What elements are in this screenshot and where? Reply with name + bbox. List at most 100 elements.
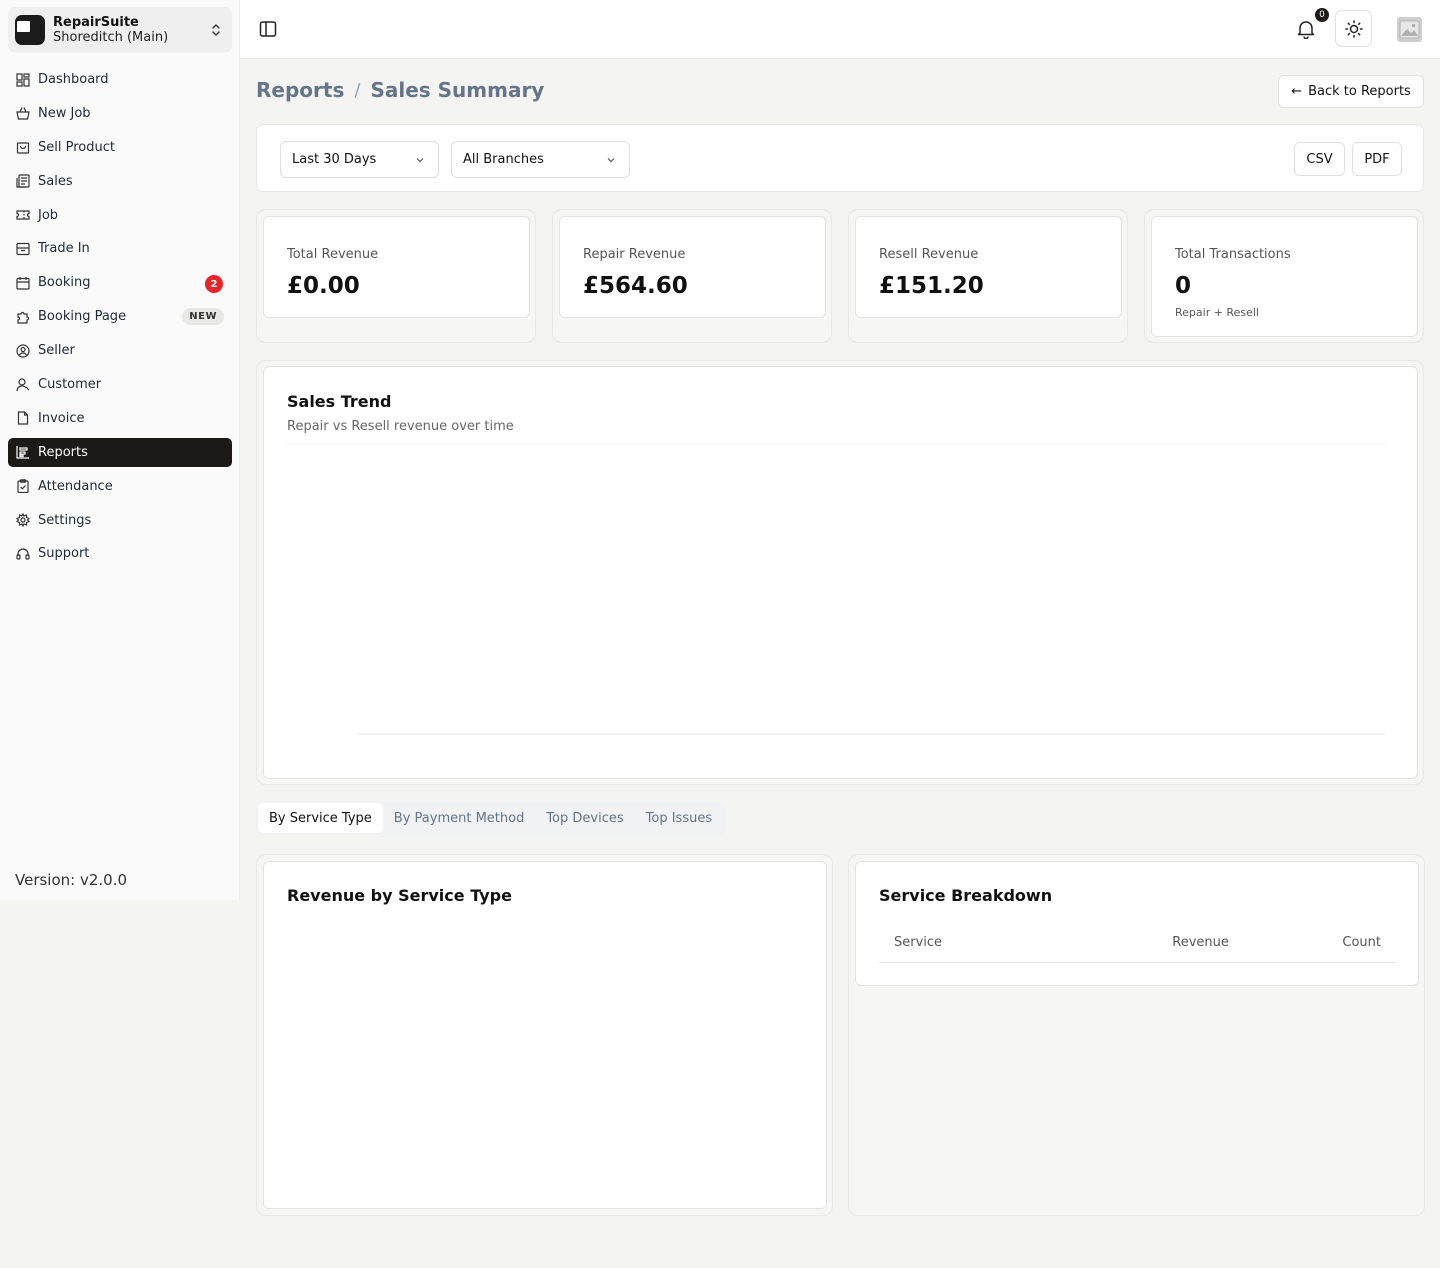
kpi-label: Repair Revenue (583, 247, 686, 262)
sidebar-item-attendance[interactable]: Attendance (8, 472, 232, 501)
sidebar-item-settings[interactable]: Settings (8, 506, 232, 535)
sidebar-nav: Dashboard New Job Sell Product Sales Job… (8, 65, 232, 573)
brand-logo (15, 15, 45, 45)
export-pdf-button[interactable]: PDF (1352, 142, 1402, 176)
kpi-label: Resell Revenue (879, 247, 979, 262)
export-csv-button[interactable]: CSV (1294, 142, 1345, 176)
chevrons-up-down-icon (212, 24, 220, 36)
sales-trend-chart (287, 443, 1385, 735)
dashboard-icon (16, 72, 30, 87)
sidebar: RepairSuite Shoreditch (Main) Dashboard … (0, 0, 240, 900)
sidebar-item-label: Dashboard (38, 72, 109, 87)
revenue-by-service-panel: Revenue by Service Type (256, 854, 833, 1216)
sidebar-item-label: Invoice (38, 410, 85, 426)
report-tabs: By Service Type By Payment Method Top De… (256, 801, 726, 835)
sidebar-item-label: Job (38, 207, 59, 223)
breadcrumb-parent[interactable]: Reports (256, 78, 344, 102)
column-header-count: Count (1243, 924, 1396, 963)
sidebar-item-label: Booking Page (38, 309, 127, 325)
kpi-repair-revenue: Repair Revenue £564.60 (552, 209, 832, 343)
kpi-label: Total Transactions (1175, 247, 1291, 262)
service-breakdown-panel: Service Breakdown Service Revenue Count (848, 854, 1425, 1216)
kpi-resell-revenue: Resell Revenue £151.20 (848, 209, 1128, 343)
sidebar-item-customer[interactable]: Customer (8, 370, 232, 399)
sidebar-item-booking[interactable]: Booking 2 (8, 268, 232, 297)
calendar-icon (16, 276, 30, 290)
sidebar-item-label: Trade In (38, 241, 90, 257)
branch-value: All Branches (463, 152, 544, 167)
column-header-service: Service (879, 924, 1052, 963)
puzzle-icon (16, 310, 30, 324)
booking-count-badge: 2 (205, 275, 223, 294)
sidebar-item-label: Attendance (38, 478, 113, 494)
clipboard-check-icon (16, 479, 30, 494)
breadcrumb: Reports / Sales Summary (256, 78, 544, 102)
sidebar-item-new-job[interactable]: New Job (8, 99, 232, 128)
kpi-subtext: Repair + Resell (1175, 306, 1259, 319)
sales-trend-card: Sales Trend Repair vs Resell revenue ove… (263, 366, 1418, 779)
user-circle-icon (16, 344, 30, 358)
date-range-select[interactable]: Last 30 Days (280, 141, 439, 178)
sidebar-item-label: Customer (38, 377, 102, 393)
back-button-label: Back to Reports (1308, 84, 1411, 99)
sidebar-item-support[interactable]: Support (8, 539, 232, 568)
tab-by-payment-method[interactable]: By Payment Method (383, 803, 536, 833)
new-badge: NEW (182, 308, 224, 326)
sidebar-item-label: Sales (38, 173, 73, 189)
branch-name: Shoreditch (Main) (53, 30, 169, 45)
sidebar-item-reports[interactable]: Reports (8, 437, 232, 467)
sidebar-item-sell-product[interactable]: Sell Product (8, 133, 232, 162)
sidebar-item-label: Reports (38, 444, 88, 460)
sidebar-item-job[interactable]: Job (8, 201, 232, 230)
tab-by-service-type[interactable]: By Service Type (258, 803, 383, 833)
panel-title: Revenue by Service Type (287, 886, 512, 905)
kpi-value: £151.20 (879, 273, 984, 299)
sidebar-item-dashboard[interactable]: Dashboard (8, 65, 232, 94)
headset-icon (16, 547, 30, 561)
sidebar-item-label: Support (38, 546, 90, 562)
kpi-total-revenue: Total Revenue £0.00 (256, 209, 536, 343)
sidebar-item-booking-page[interactable]: Booking Page NEW (8, 302, 232, 331)
sidebar-item-label: Settings (38, 512, 92, 528)
bell-icon[interactable] (1296, 19, 1316, 39)
user-icon (16, 377, 30, 392)
topbar: 0 (240, 0, 1440, 59)
kpi-value: £0.00 (287, 273, 360, 299)
sales-icon (16, 174, 30, 188)
branch-select[interactable]: All Branches (451, 141, 630, 178)
sidebar-item-seller[interactable]: Seller (8, 336, 232, 365)
ticket-icon (16, 208, 30, 222)
sidebar-item-invoice[interactable]: Invoice (8, 404, 232, 433)
notification-count-badge: 0 (1315, 8, 1329, 22)
date-range-value: Last 30 Days (292, 152, 377, 167)
tab-top-issues[interactable]: Top Issues (635, 803, 723, 833)
service-breakdown-card: Service Breakdown Service Revenue Count (855, 861, 1419, 986)
file-icon (16, 411, 30, 426)
revenue-by-service-card: Revenue by Service Type (263, 861, 827, 1209)
sales-trend-panel: Sales Trend Repair vs Resell revenue ove… (256, 360, 1424, 785)
tab-top-devices[interactable]: Top Devices (535, 803, 634, 833)
sidebar-item-sales[interactable]: Sales (8, 167, 232, 196)
sidebar-item-trade-in[interactable]: Trade In (8, 234, 232, 263)
sidebar-toggle-icon[interactable] (259, 20, 277, 38)
sidebar-item-label: Seller (38, 343, 75, 359)
sidebar-item-label: New Job (38, 105, 91, 121)
basket-icon (16, 106, 30, 120)
kpi-value: £564.60 (583, 273, 688, 299)
chevron-down-icon (416, 158, 424, 163)
image-placeholder-icon (1399, 20, 1420, 39)
report-icon (16, 445, 30, 459)
gear-icon (16, 513, 30, 528)
shopping-bag-icon (16, 140, 30, 154)
theme-toggle-button[interactable] (1335, 10, 1372, 47)
back-to-reports-button[interactable]: ← Back to Reports (1278, 75, 1424, 108)
app-version: Version: v2.0.0 (15, 871, 128, 889)
archive-icon (16, 242, 30, 256)
chevron-down-icon (607, 158, 615, 163)
breadcrumb-separator: / (354, 79, 361, 101)
sidebar-item-label: Sell Product (38, 139, 115, 155)
branch-switcher[interactable]: RepairSuite Shoreditch (Main) (8, 7, 232, 53)
kpi-value: 0 (1175, 273, 1192, 299)
arrow-left-icon: ← (1291, 84, 1303, 99)
user-avatar[interactable] (1397, 17, 1422, 42)
